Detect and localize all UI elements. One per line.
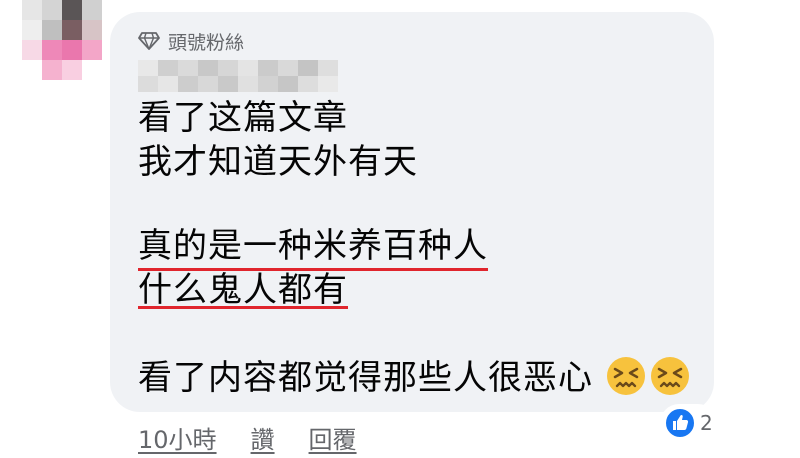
- comment-actions: 10小時 讚 回覆: [138, 420, 357, 455]
- commenter-name[interactable]: [138, 60, 338, 92]
- avatar[interactable]: [22, 0, 102, 100]
- timestamp-link[interactable]: 10小時: [138, 420, 217, 455]
- confounded-face-emoji: [607, 357, 645, 395]
- confounded-face-emoji: [651, 357, 689, 395]
- diamond-icon: [138, 32, 160, 50]
- like-icon: [664, 407, 696, 439]
- like-button[interactable]: 讚: [251, 420, 275, 455]
- top-fan-badge[interactable]: 頭號粉絲: [138, 28, 244, 54]
- comment-line-highlighted: 真的是一种米养百种人: [138, 226, 488, 266]
- comment-screenshot: 頭號粉絲 看了这篇文章 我才知道天外有天 真的是一种米养百种人 什么鬼人都有 看…: [0, 0, 800, 458]
- badge-label: 頭號粉絲: [168, 31, 245, 54]
- comment-line: 我才知道天外有天: [138, 142, 418, 182]
- reaction-summary[interactable]: 2: [660, 404, 717, 442]
- reaction-count: 2: [700, 411, 713, 435]
- red-underline: [138, 306, 348, 309]
- comment-line: 看了内容都觉得那些人很恶心: [138, 358, 593, 398]
- comment-line: 看了这篇文章: [138, 98, 348, 138]
- comment-line-highlighted: 什么鬼人都有: [138, 270, 348, 310]
- reply-button[interactable]: 回覆: [309, 420, 357, 455]
